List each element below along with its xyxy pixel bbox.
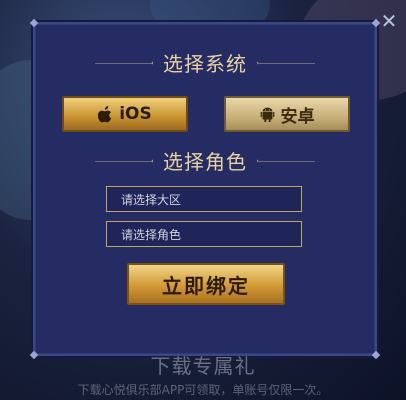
- role-title-text: 选择角色: [153, 150, 257, 174]
- ios-label: iOS: [119, 104, 152, 124]
- title-divider: [95, 62, 155, 64]
- title-divider: [255, 62, 315, 64]
- system-title-text: 选择系统: [153, 52, 257, 76]
- gift-description: 下载心悦俱乐部APP可领取，单账号仅限一次。: [77, 383, 329, 397]
- bind-dialog: 选择系统 iOS 安卓 选择角色 请选择大区 请选择角色 立即绑定: [29, 18, 381, 360]
- title-divider: [95, 160, 155, 162]
- apple-icon: [98, 105, 112, 122]
- corner-ornament: [29, 18, 39, 28]
- android-label: 安卓: [280, 106, 315, 127]
- close-icon[interactable]: ✕: [378, 10, 400, 32]
- android-button[interactable]: 安卓: [224, 96, 350, 132]
- title-divider: [255, 160, 315, 162]
- ios-button[interactable]: iOS: [62, 96, 188, 132]
- system-section-title: 选择系统: [35, 48, 375, 77]
- region-select[interactable]: 请选择大区: [106, 186, 302, 212]
- gift-title: 下载专属礼: [150, 354, 256, 378]
- android-icon: [260, 107, 274, 122]
- role-select[interactable]: 请选择角色: [106, 221, 302, 247]
- role-section-title: 选择角色: [35, 146, 375, 175]
- bind-now-button[interactable]: 立即绑定: [127, 263, 285, 305]
